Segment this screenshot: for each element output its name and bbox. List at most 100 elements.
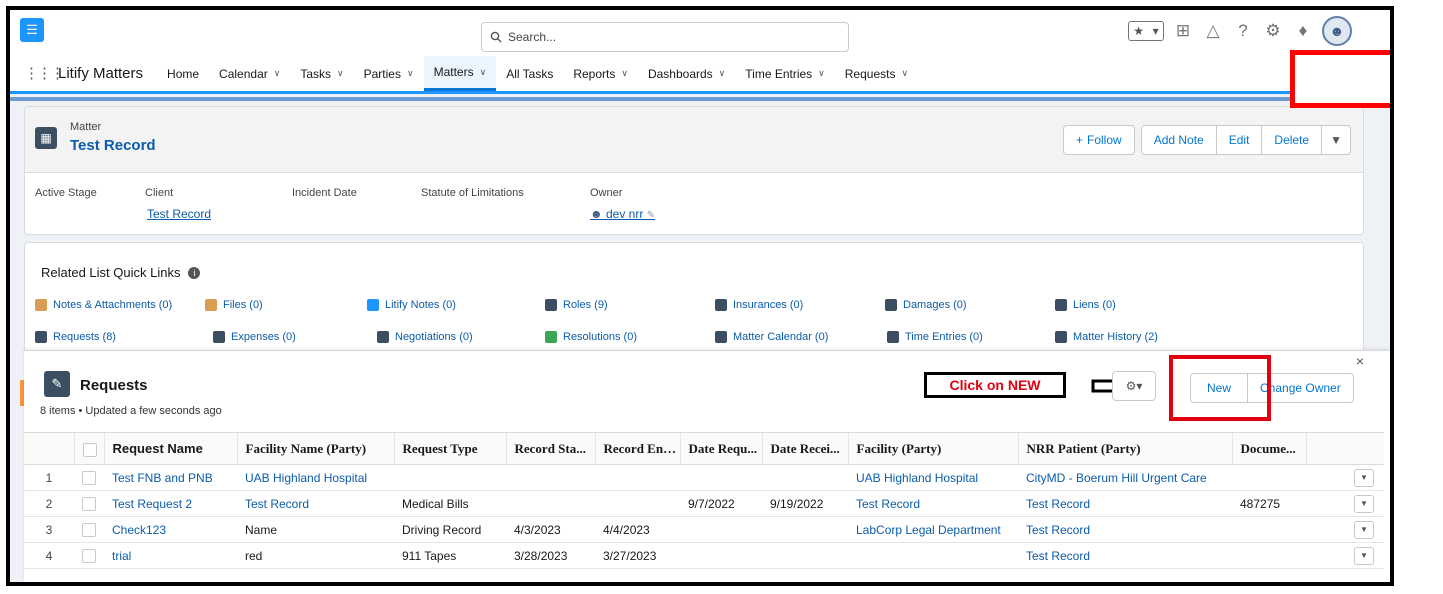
quick-link-files[interactable]: Files (0) (205, 299, 263, 311)
nav-item-time-entries[interactable]: Time Entries ∨ (735, 56, 835, 91)
list-settings-button[interactable]: ⚙ ▾ (1112, 371, 1156, 401)
row-action-menu-button[interactable]: ▼ (1354, 494, 1374, 513)
chevron-down-icon[interactable]: ∨ (901, 68, 908, 79)
nav-item-calendar[interactable]: Calendar ∨ (209, 56, 290, 91)
chevron-down-icon[interactable]: ∨ (407, 68, 414, 79)
chevron-down-icon[interactable]: ∨ (274, 68, 281, 79)
trailhead-icon[interactable]: △ (1202, 20, 1224, 42)
cell-facility[interactable]: Test Record (848, 490, 1018, 517)
cell-rec-end: 4/4/2023 (595, 516, 680, 543)
cell-facility[interactable] (848, 542, 1018, 569)
user-avatar-icon[interactable]: ☻ (1322, 16, 1352, 46)
app-launcher-icon[interactable]: ⋮⋮⋮ (24, 66, 65, 81)
column-header[interactable]: Facility Name (Party) (236, 432, 394, 465)
row-action-menu-button[interactable]: ▼ (1354, 520, 1374, 539)
cell-patient[interactable]: Test Record (1018, 490, 1232, 517)
quick-link-insurances[interactable]: Insurances (0) (715, 299, 803, 311)
cell-facility-name[interactable]: UAB Highland Hospital (237, 464, 394, 491)
delete-button[interactable]: Delete (1261, 125, 1323, 155)
owner-link[interactable]: dev nrr (606, 207, 643, 221)
row-checkbox[interactable] (82, 548, 96, 563)
header-accent-band (10, 97, 1390, 101)
requests-table: Request Name Facility Name (Party) Request… (24, 432, 1384, 569)
chevron-down-icon[interactable]: ∨ (818, 68, 825, 79)
info-icon[interactable]: i (188, 266, 201, 279)
add-note-button[interactable]: Add Note (1140, 125, 1217, 155)
select-all-checkbox[interactable] (82, 442, 97, 457)
column-header[interactable]: Record Sta... (505, 432, 595, 465)
requests-subtitle: 8 items • Updated a few seconds ago (40, 405, 222, 417)
cell-patient[interactable]: Test Record (1018, 542, 1232, 569)
cell-name[interactable]: Test Request 2 (104, 490, 237, 517)
quick-link-requests[interactable]: Requests (8) (35, 331, 116, 343)
quick-link-notes-attachments[interactable]: Notes & Attachments (0) (35, 299, 172, 311)
chevron-down-icon[interactable]: ∨ (480, 67, 487, 78)
quick-link-roles[interactable]: Roles (9) (545, 299, 608, 311)
quick-link-matter-calendar[interactable]: Matter Calendar (0) (715, 331, 828, 343)
quick-link-liens[interactable]: Liens (0) (1055, 299, 1116, 311)
navigation-bar: ⋮⋮⋮ Litify Matters Home Calendar ∨ Tasks ∨ Pa… (10, 56, 1390, 94)
setup-gear-icon[interactable]: ⚙ (1262, 20, 1284, 42)
row-checkbox[interactable] (82, 496, 96, 511)
cell-name[interactable]: Test FNB and PNB (104, 464, 237, 491)
column-header[interactable]: Docume... (1231, 432, 1306, 465)
cell-patient[interactable]: CityMD - Boerum Hill Urgent Care (1018, 464, 1232, 491)
column-header[interactable]: Date Requ... (679, 432, 762, 465)
cell-facility-name[interactable]: Test Record (237, 490, 394, 517)
app-name: Litify Matters (58, 65, 144, 82)
nav-item-parties[interactable]: Parties ∨ (354, 56, 424, 91)
nav-item-dashboards[interactable]: Dashboards ∨ (638, 56, 735, 91)
row-action-menu-button[interactable]: ▼ (1354, 546, 1374, 565)
quick-link-negotiations[interactable]: Negotiations (0) (377, 331, 473, 343)
column-header[interactable]: NRR Patient (Party) (1017, 432, 1232, 465)
nav-item-label: Home (167, 66, 200, 81)
cell-name[interactable]: trial (104, 542, 237, 569)
cell-name[interactable]: Check123 (104, 516, 237, 543)
row-action-menu-button[interactable]: ▼ (1354, 468, 1374, 487)
quick-link-expenses[interactable]: Expenses (0) (213, 331, 296, 343)
nav-item-matters[interactable]: Matters ∨ (423, 56, 497, 91)
row-number: 3 (24, 516, 74, 543)
column-header[interactable]: Request Name (103, 432, 237, 465)
chevron-down-icon[interactable]: ∨ (621, 68, 628, 79)
quick-link-matter-history[interactable]: Matter History (2) (1055, 331, 1158, 343)
column-header[interactable]: Date Recei... (761, 432, 848, 465)
nav-item-reports[interactable]: Reports ∨ (563, 56, 638, 91)
cell-facility[interactable]: LabCorp Legal Department (848, 516, 1018, 543)
column-header[interactable]: Request Type (393, 432, 506, 465)
quick-links-title: Related List Quick Links i (41, 265, 201, 280)
change-owner-icon[interactable]: ✎ (647, 210, 655, 221)
help-icon[interactable]: ? (1232, 20, 1254, 42)
actions-header (1305, 432, 1384, 465)
quick-link-damages[interactable]: Damages (0) (885, 299, 967, 311)
quick-link-litify-notes[interactable]: Litify Notes (0) (367, 299, 456, 311)
notifications-bell-icon[interactable]: ♦ (1292, 20, 1314, 42)
chevron-down-icon[interactable]: ∨ (719, 68, 726, 79)
nav-item-requests[interactable]: Requests ∨ (835, 56, 918, 91)
cell-patient[interactable]: Test Record (1018, 516, 1232, 543)
cell-type: 911 Tapes (394, 542, 506, 569)
cell-facility[interactable]: UAB Highland Hospital (848, 464, 1018, 491)
nav-item-all-tasks[interactable]: All Tasks (496, 56, 563, 91)
follow-button[interactable]: + Follow (1062, 125, 1135, 155)
more-actions-button[interactable]: ▼ (1321, 125, 1351, 155)
row-checkbox[interactable] (82, 522, 96, 537)
client-link[interactable]: Test Record (147, 207, 211, 221)
nav-item-home[interactable]: Home (157, 56, 209, 91)
requests-list-icon: ✎ (44, 371, 70, 397)
chevron-down-icon[interactable]: ∨ (337, 68, 344, 79)
search-input[interactable]: Search... (481, 22, 849, 52)
global-actions-icon[interactable]: ⊞ (1172, 20, 1194, 42)
quick-link-time-entries[interactable]: Time Entries (0) (887, 331, 983, 343)
app-logo-icon[interactable]: ☰ (20, 18, 44, 42)
row-checkbox[interactable] (82, 470, 96, 485)
quick-link-label: Insurances (0) (733, 299, 804, 311)
favorites-button[interactable]: ★ ▾ (1128, 21, 1164, 41)
column-header[interactable]: Record End... (594, 432, 680, 465)
quick-link-resolutions[interactable]: Resolutions (0) (545, 331, 637, 343)
column-header[interactable]: Facility (Party) (847, 432, 1018, 465)
edit-button[interactable]: Edit (1215, 125, 1263, 155)
cell-doc (1232, 516, 1306, 543)
close-icon[interactable]: × (1356, 353, 1364, 369)
nav-item-tasks[interactable]: Tasks ∨ (290, 56, 353, 91)
